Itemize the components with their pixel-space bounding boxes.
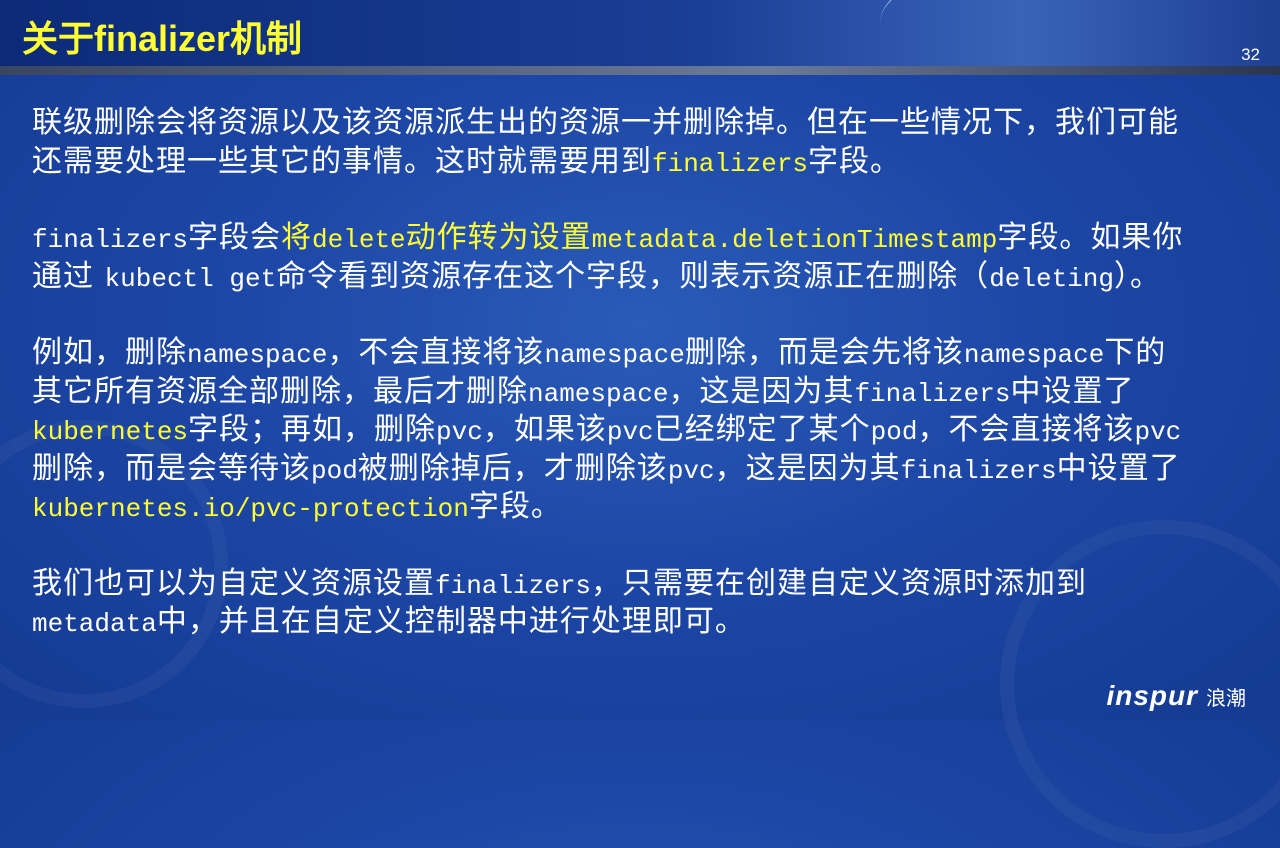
highlighted-text: 动作转为设置 [405, 220, 592, 255]
code-text: kubectl get [104, 263, 277, 294]
code-text: namespace [528, 378, 669, 409]
highlighted-code-text: metadata.deletionTimestamp [591, 225, 998, 255]
code-text: finalizers [900, 455, 1057, 486]
body-text: ，只需要在创建自定义资源时添加到 [591, 565, 1088, 601]
body-text: 还需要处理一些其它的事情。这时就需要用到 [32, 143, 652, 179]
header-divider [0, 66, 1280, 75]
body-text: ，不会直接将该 [327, 335, 545, 370]
body-text: 中设置了 [1010, 373, 1135, 409]
text-line: 联级删除会将资源以及该资源派生出的资源一并删除掉。但在一些情况下，我们可能 [32, 104, 1262, 143]
highlighted-code-text: delete [312, 225, 406, 255]
body-text: 下的 [1104, 335, 1167, 370]
text-line: 例如，删除namespace，不会直接将该namespace删除，而是会先将该n… [32, 334, 1262, 373]
highlighted-code-text: finalizers [652, 148, 809, 179]
body-text: 命令看到资源存在这个字段，则表示资源正在删除（ [276, 258, 990, 294]
text-line: finalizers字段会将delete动作转为设置metadata.delet… [32, 219, 1262, 258]
code-text: namespace [544, 340, 685, 370]
body-text: 例如，删除 [32, 335, 187, 370]
paragraph: finalizers字段会将delete动作转为设置metadata.delet… [32, 219, 1262, 296]
highlighted-code-text: kubernetes [32, 417, 189, 447]
body-text: ）。 [1114, 258, 1162, 294]
body-text: 被删除掉后，才删除该 [357, 450, 668, 486]
body-text: 字段。如果你 [997, 220, 1184, 255]
highlighted-code-text: kubernetes.io/pvc-protection [32, 494, 469, 524]
slide-body: 联级删除会将资源以及该资源派生出的资源一并删除掉。但在一些情况下，我们可能 还需要… [32, 104, 1262, 680]
code-text: deleting [989, 263, 1115, 294]
text-line: 通过 kubectl get命令看到资源存在这个字段，则表示资源正在删除（del… [32, 258, 1262, 297]
code-text: finalizers [32, 225, 189, 255]
body-text: 通过 [32, 258, 105, 294]
body-text: 中设置了 [1056, 450, 1181, 486]
code-text: pod [311, 455, 358, 486]
body-text: ，如果该 [482, 412, 607, 447]
code-text: namespace [187, 340, 328, 370]
body-text: ，不会直接将该 [917, 412, 1135, 447]
body-text: 我们也可以为自定义资源设置 [32, 565, 435, 601]
page-number: 32 [1241, 45, 1260, 64]
body-text: 字段；再如，删除 [188, 412, 437, 447]
body-text: 字段。 [808, 143, 902, 179]
text-line: 还需要处理一些其它的事情。这时就需要用到finalizers字段。 [32, 143, 1262, 182]
body-text: 中，并且在自定义控制器中进行处理即可。 [156, 604, 746, 639]
logo-chinese: 浪潮 [1206, 685, 1246, 710]
text-line: 其它所有资源全部删除，最后才删除namespace，这是因为其finalizer… [32, 373, 1262, 412]
body-text: 字段。 [468, 489, 562, 524]
body-text: ，这是因为其 [714, 450, 901, 486]
body-text: 已经绑定了某个 [653, 412, 871, 447]
code-text: finalizers [854, 378, 1011, 409]
body-text: 其它所有资源全部删除，最后才删除 [32, 373, 528, 409]
code-text: finalizers [435, 570, 592, 601]
code-text: pvc [667, 455, 715, 486]
text-line: 删除，而是会等待该pod被删除掉后，才删除该pvc，这是因为其finalizer… [32, 450, 1262, 489]
logo-wordmark: inspur [1106, 680, 1198, 711]
inspur-logo: inspur 浪潮 [1106, 680, 1246, 712]
body-text: 联级删除会将资源以及该资源派生出的资源一并删除掉。但在一些情况下，我们可能 [32, 105, 1179, 140]
body-text: 删除，而是会先将该 [684, 335, 964, 370]
paragraph: 联级删除会将资源以及该资源派生出的资源一并删除掉。但在一些情况下，我们可能 还需要… [32, 104, 1262, 181]
highlighted-text: 将 [281, 220, 313, 255]
body-text: ，这是因为其 [668, 373, 855, 409]
code-text: pvc [606, 417, 654, 447]
slide-title: 关于finalizer机制 [22, 18, 303, 59]
paragraph: 我们也可以为自定义资源设置finalizers，只需要在创建自定义资源时添加到 m… [32, 565, 1262, 642]
text-line: metadata中，并且在自定义控制器中进行处理即可。 [32, 603, 1262, 642]
text-line: kubernetes字段；再如，删除pvc，如果该pvc已经绑定了某个pod，不… [32, 411, 1262, 450]
code-text: pvc [436, 417, 483, 447]
code-text: metadata [32, 609, 157, 639]
code-text: pod [870, 417, 918, 447]
header-swoosh-decoration [880, 0, 1280, 66]
text-line: kubernetes.io/pvc-protection字段。 [32, 488, 1262, 527]
text-line: 我们也可以为自定义资源设置finalizers，只需要在创建自定义资源时添加到 [32, 565, 1262, 604]
code-text: pvc [1134, 417, 1182, 447]
paragraph: 例如，删除namespace，不会直接将该namespace删除，而是会先将该n… [32, 334, 1262, 527]
code-text: namespace [963, 340, 1105, 370]
slide-header: 关于finalizer机制 32 [0, 0, 1280, 66]
body-text: 删除，而是会等待该 [32, 450, 311, 486]
body-text: 字段会 [188, 220, 282, 255]
